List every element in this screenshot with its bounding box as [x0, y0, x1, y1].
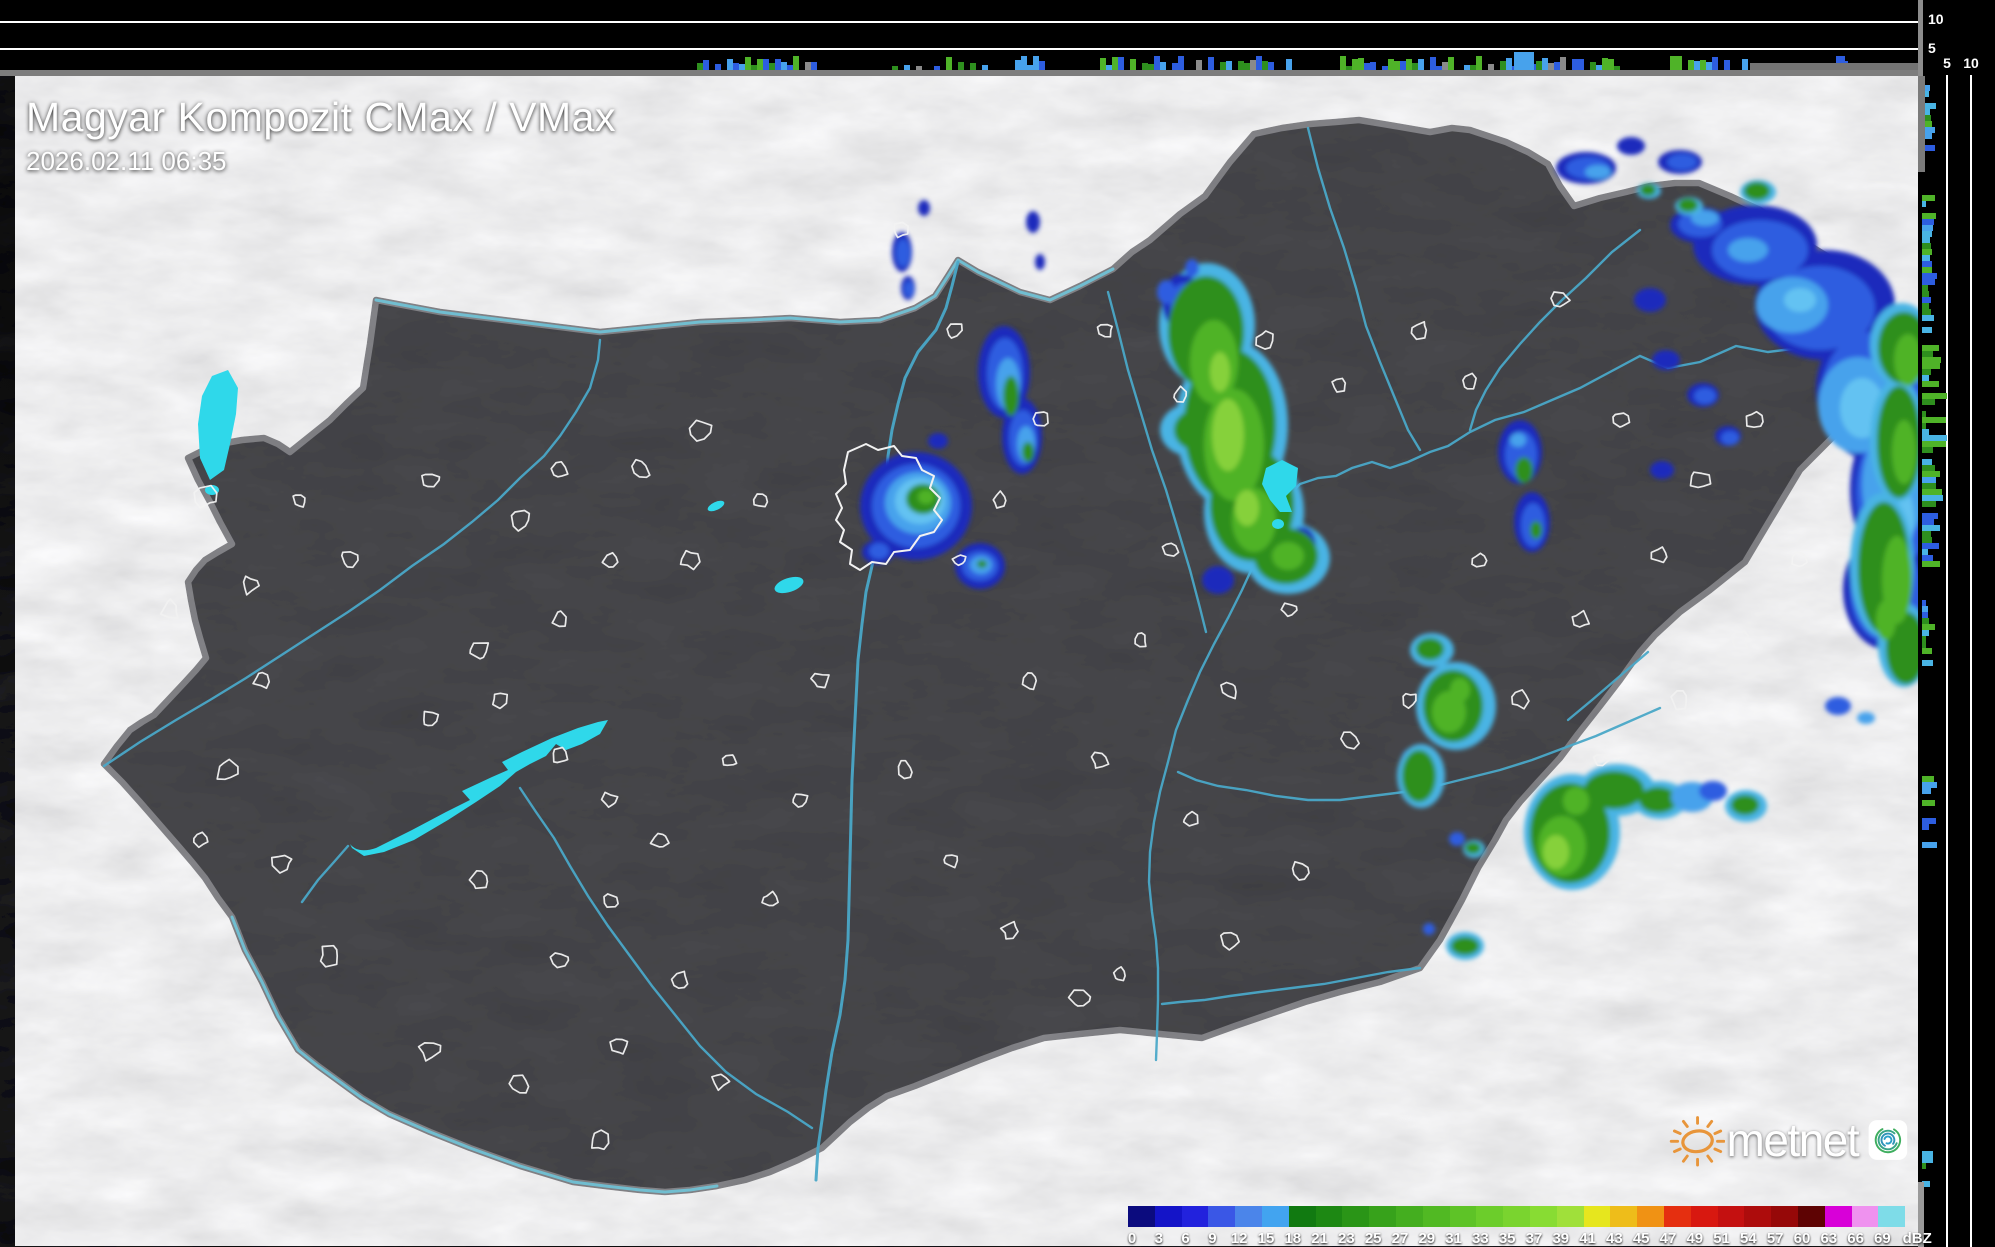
- right-axis-tick-10: 10: [1963, 55, 1979, 71]
- colorbar-block-47: [1664, 1206, 1691, 1227]
- colorbar-block-37: [1530, 1206, 1557, 1227]
- colorbar-label: 51: [1713, 1230, 1730, 1247]
- colorbar-block-6: [1181, 1206, 1209, 1227]
- colorbar-block-39: [1556, 1206, 1584, 1227]
- colorbar-label: 49: [1686, 1230, 1704, 1247]
- colorbar-block-57: [1771, 1206, 1798, 1227]
- colorbar-block-35: [1503, 1206, 1530, 1227]
- colorbar-label: 43: [1606, 1230, 1623, 1247]
- colorbar-label: 33: [1472, 1230, 1489, 1247]
- top-profile-strip: [0, 0, 1918, 76]
- colorbar-unit-label: dBZ: [1902, 1230, 1932, 1247]
- metnet-logo[interactable]: metnet: [1668, 1098, 1908, 1182]
- colorbar-block-29: [1422, 1206, 1450, 1227]
- colorbar-block-41: [1583, 1206, 1611, 1227]
- colorbar-block-15: [1262, 1206, 1289, 1227]
- colorbar-block-3: [1154, 1206, 1182, 1227]
- colorbar-block-0: [1128, 1206, 1155, 1227]
- logo-wordmark: metnet: [1726, 1114, 1860, 1166]
- radar-map-canvas: [0, 0, 1995, 1247]
- colorbar-block-51: [1717, 1206, 1745, 1227]
- colorbar-label: 41: [1579, 1230, 1596, 1247]
- page-title: Magyar Kompozit CMax / VMax: [26, 94, 616, 140]
- top-axis-tick-5: 5: [1928, 40, 1936, 56]
- colorbar-block-31: [1449, 1206, 1477, 1227]
- colorbar-label: 31: [1445, 1230, 1462, 1247]
- colorbar-label: 9: [1208, 1230, 1217, 1247]
- colorbar-block-66: [1851, 1206, 1879, 1227]
- colorbar-block-25: [1369, 1206, 1396, 1227]
- colorbar-label: 69: [1874, 1230, 1891, 1247]
- colorbar-label: 39: [1552, 1230, 1570, 1247]
- map-top-separator: [0, 70, 1918, 76]
- radar-composite-app: Magyar Kompozit CMax / VMax 2026.02.11 0…: [0, 0, 1995, 1247]
- colorbar-label: 35: [1498, 1230, 1516, 1247]
- colorbar-block-21: [1315, 1206, 1343, 1227]
- colorbar-label: 21: [1311, 1230, 1328, 1247]
- colorbar-block-18: [1288, 1206, 1316, 1227]
- colorbar-block-69: [1878, 1206, 1906, 1227]
- colorbar-block-23: [1342, 1206, 1370, 1227]
- colorbar-block-43: [1610, 1206, 1638, 1227]
- map-area: [0, 76, 1918, 1247]
- colorbar-label: 37: [1525, 1230, 1543, 1247]
- colorbar-label: 15: [1257, 1230, 1275, 1247]
- right-profile-gray-block: [1918, 76, 1925, 172]
- corner-separator: [1918, 0, 1923, 76]
- colorbar-block-33: [1476, 1206, 1504, 1227]
- colorbar-block-54: [1744, 1206, 1772, 1227]
- colorbar-block-49: [1690, 1206, 1718, 1227]
- colorbar-label: 54: [1740, 1230, 1757, 1247]
- colorbar-label: 45: [1632, 1230, 1650, 1247]
- top-axis-tick-10: 10: [1928, 11, 1944, 27]
- right-axis-tick-5: 5: [1943, 55, 1951, 71]
- colorbar-block-9: [1208, 1206, 1236, 1227]
- colorbar-label: 12: [1230, 1230, 1248, 1247]
- timestamp: 2026.02.11 06:35: [26, 146, 227, 176]
- colorbar-label: 29: [1418, 1230, 1436, 1247]
- colorbar-label: 25: [1364, 1230, 1382, 1247]
- colorbar-block-45: [1637, 1206, 1664, 1227]
- sun-icon: [1669, 1116, 1725, 1167]
- spiral-app-icon: [1868, 1120, 1908, 1160]
- colorbar-label: 66: [1847, 1230, 1864, 1247]
- colorbar-block-27: [1396, 1206, 1423, 1227]
- colorbar-label: 60: [1793, 1230, 1811, 1247]
- colorbar-block-12: [1235, 1206, 1262, 1227]
- colorbar-label: 63: [1820, 1230, 1838, 1247]
- colorbar-label: 57: [1766, 1230, 1784, 1247]
- colorbar-label: 3: [1154, 1230, 1163, 1247]
- top-profile-gray-block: [1750, 63, 1918, 70]
- colorbar-block-60: [1798, 1206, 1825, 1227]
- colorbar-label: 27: [1391, 1230, 1409, 1247]
- colorbar-label: 6: [1181, 1230, 1190, 1247]
- colorbar-label: 18: [1284, 1230, 1302, 1247]
- colorbar-label: 47: [1659, 1230, 1677, 1247]
- colorbar-label: 0: [1127, 1230, 1137, 1247]
- right-profile-strip: [1918, 0, 1995, 1247]
- dbz-colorbar: 0 3 6 9 12 15 18 21 23 25 27 29 31 33 35 37 39 41 43 45 47 49…: [1127, 1206, 1932, 1247]
- colorbar-block-63: [1824, 1206, 1852, 1227]
- colorbar-label: 23: [1338, 1230, 1355, 1247]
